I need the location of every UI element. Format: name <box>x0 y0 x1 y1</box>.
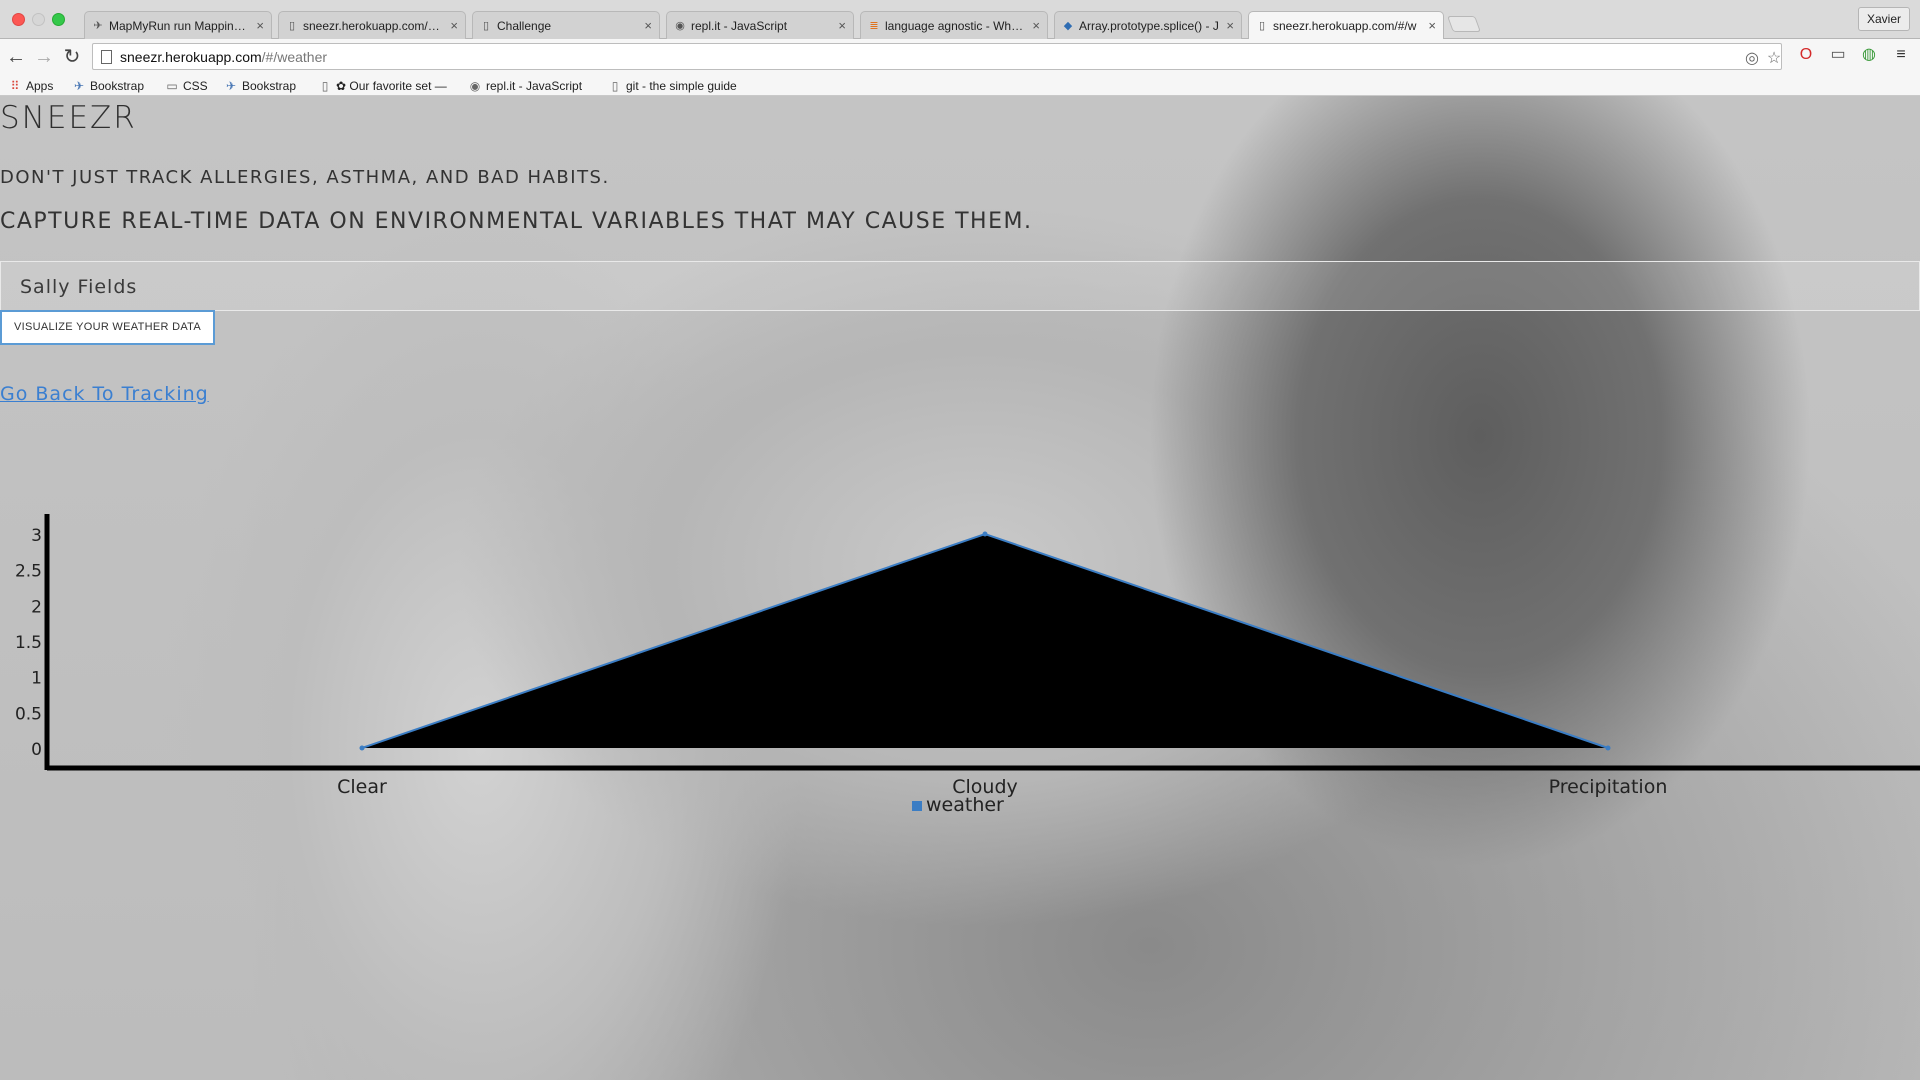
forward-arrow-icon[interactable]: → <box>32 45 56 69</box>
user-name-field[interactable]: Sally Fields <box>0 261 1920 311</box>
bookmark-replit[interactable]: ◉ repl.it - JavaScript <box>468 79 582 93</box>
replit-icon: ◉ <box>675 20 685 32</box>
replit-icon: ◉ <box>469 79 481 93</box>
close-icon[interactable]: × <box>1032 18 1040 33</box>
page-title: SNEEZR <box>0 100 137 136</box>
data-point[interactable] <box>1605 745 1611 751</box>
tab-sneezr-weather[interactable]: ▯ sneezr.herokuapp.com/#/w × <box>1248 11 1444 40</box>
tab-mdn[interactable]: ◆ Array.prototype.splice() - J × <box>1054 11 1242 39</box>
legend-swatch <box>912 801 922 811</box>
bookmark-label: Apps <box>26 79 54 93</box>
bookmark-bookstrap-2[interactable]: ✈ Bookstrap <box>224 79 296 93</box>
tagline-primary: DON'T JUST TRACK ALLERGIES, ASTHMA, AND … <box>0 167 610 188</box>
bookmark-bookstrap[interactable]: ✈ Bookstrap <box>72 79 144 93</box>
page-icon: ▯ <box>482 20 490 32</box>
tab-label: Challenge <box>497 19 552 33</box>
apps-icon: ⠿ <box>10 79 20 93</box>
tab-label: sneezr.herokuapp.com/#/b <box>303 19 443 33</box>
close-icon[interactable]: × <box>256 18 264 33</box>
tab-mapmyrun[interactable]: ✈ MapMyRun run Mapping Ec × <box>84 11 272 39</box>
tagline-secondary: CAPTURE REAL-TIME DATA ON ENVIRONMENTAL … <box>0 209 1033 234</box>
close-icon[interactable]: × <box>450 18 458 33</box>
bookmark-label: CSS <box>183 79 208 93</box>
menu-icon[interactable]: ≡ <box>1890 44 1912 66</box>
page-icon: ▯ <box>321 79 329 93</box>
y-tick-label: 0 <box>31 740 42 760</box>
page-content: SNEEZR DON'T JUST TRACK ALLERGIES, ASTHM… <box>0 96 1920 1080</box>
maximize-window-button[interactable] <box>52 13 65 26</box>
data-point[interactable] <box>982 531 988 537</box>
bookmark-favorite-set[interactable]: ▯ ✿ Our favorite set — <box>318 79 447 93</box>
data-point[interactable] <box>359 745 365 751</box>
url-path: /#/weather <box>261 49 328 65</box>
stackoverflow-icon: ≣ <box>869 20 879 32</box>
x-tick-label: Precipitation <box>1549 776 1668 798</box>
chrome-extension-icon[interactable]: ◍ <box>1858 44 1880 66</box>
folder-icon: ▭ <box>166 79 178 93</box>
y-tick-label: 3 <box>31 526 42 546</box>
bookmark-label: Bookstrap <box>242 79 297 93</box>
bookmark-star-icon[interactable]: ☆ <box>1765 50 1783 68</box>
close-icon[interactable]: × <box>1226 18 1234 33</box>
new-tab-button[interactable] <box>1447 16 1481 32</box>
tab-label: sneezr.herokuapp.com/#/w <box>1273 19 1417 33</box>
page-icon: ▯ <box>1258 20 1266 32</box>
address-bar[interactable]: sneezr.herokuapp.com/#/weather ◎ ☆ <box>92 43 1782 70</box>
y-tick-label: 2.5 <box>15 562 42 582</box>
user-name-text: Sally Fields <box>20 276 138 298</box>
close-icon[interactable]: × <box>838 18 846 33</box>
back-arrow-icon[interactable]: ← <box>4 45 28 69</box>
y-tick-label: 0.5 <box>15 704 42 724</box>
tab-label: MapMyRun run Mapping Ec <box>109 19 249 33</box>
browser-toolbar: ← → ↻ sneezr.herokuapp.com/#/weather ◎ ☆ <box>0 39 1920 76</box>
minimize-window-button[interactable] <box>32 13 45 26</box>
page-icon: ▯ <box>611 79 619 93</box>
close-icon[interactable]: × <box>644 18 652 33</box>
tab-replit[interactable]: ◉ repl.it - JavaScript × <box>666 11 854 39</box>
tab-label: repl.it - JavaScript <box>691 19 788 33</box>
tab-strip: ✈ MapMyRun run Mapping Ec × ▯ sneezr.her… <box>0 0 1920 40</box>
y-tick-label: 1.5 <box>15 633 42 653</box>
chart-legend: weather <box>912 794 1004 816</box>
bookmark-label: repl.it - JavaScript <box>486 79 583 93</box>
bookmark-css-folder[interactable]: ▭ CSS <box>165 79 208 93</box>
y-tick-label: 2 <box>31 597 42 617</box>
tab-challenge[interactable]: ▯ Challenge × <box>472 11 660 39</box>
y-axis-ticks: 0 0.5 1 1.5 2 2.5 3 <box>15 526 42 760</box>
bookstrap-icon: ✈ <box>225 79 237 93</box>
tab-sneezr-b[interactable]: ▯ sneezr.herokuapp.com/#/b × <box>278 11 466 39</box>
opera-icon[interactable]: O <box>1795 44 1817 66</box>
tab-label: Array.prototype.splice() - J <box>1079 19 1219 33</box>
weather-chart: 00.511.522.53 Clear Cloudy Precipitation w… <box>15 514 1920 816</box>
series-area <box>362 534 1608 748</box>
page-icon: ▯ <box>288 20 296 32</box>
bookstrap-icon: ✈ <box>73 79 85 93</box>
series-area-layer <box>361 532 1609 749</box>
close-icon[interactable]: × <box>1428 18 1436 33</box>
bookmarks-bar: ⠿ Apps ✈ Bookstrap ▭ CSS ✈ Bookstrap ▯ ✿ Our … <box>0 76 1920 96</box>
tab-label: language agnostic - What i <box>885 19 1025 33</box>
url-text: sneezr.herokuapp.com/#/weather <box>120 49 327 65</box>
bookmark-apps[interactable]: ⠿ Apps <box>8 79 54 93</box>
tab-stackoverflow[interactable]: ≣ language agnostic - What i × <box>860 11 1048 39</box>
cast-icon[interactable]: ▭ <box>1827 44 1849 66</box>
visualize-weather-button[interactable]: VISUALIZE YOUR WEATHER DATA <box>0 310 215 345</box>
close-window-button[interactable] <box>12 13 25 26</box>
bookmark-git-guide[interactable]: ▯ git - the simple guide <box>608 79 737 93</box>
back-to-tracking-link[interactable]: Go Back To Tracking <box>0 383 209 405</box>
url-host: sneezr.herokuapp.com <box>120 49 262 65</box>
page-icon <box>101 50 112 64</box>
mapmyrun-icon: ✈ <box>93 20 103 32</box>
bookmark-label: git - the simple guide <box>626 79 737 93</box>
bookmark-label: ✿ Our favorite set — <box>336 79 447 93</box>
legend-label: weather <box>926 794 1004 816</box>
bookmark-label: Bookstrap <box>90 79 145 93</box>
mdn-icon: ◆ <box>1063 20 1073 32</box>
location-icon[interactable]: ◎ <box>1743 50 1761 68</box>
x-tick-label: Clear <box>337 776 387 798</box>
y-tick-label: 1 <box>31 669 42 689</box>
reload-icon[interactable]: ↻ <box>60 45 84 69</box>
profile-button[interactable]: Xavier <box>1857 7 1910 31</box>
